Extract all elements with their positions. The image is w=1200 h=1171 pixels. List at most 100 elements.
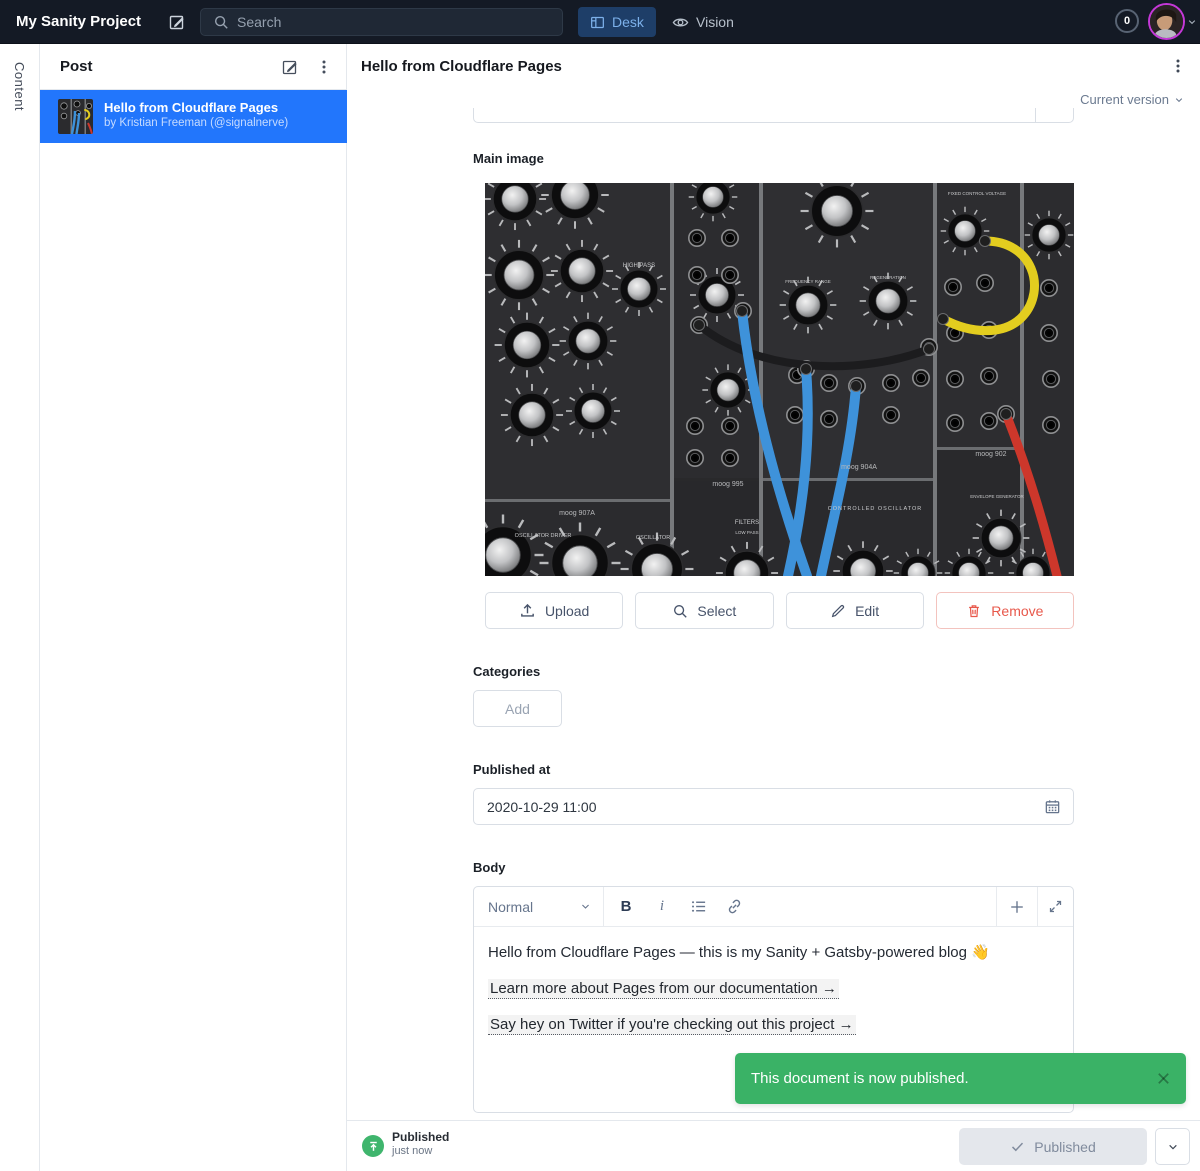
slug-field-cutoff[interactable]	[473, 108, 1074, 123]
publish-menu-button[interactable]	[1155, 1128, 1190, 1165]
svg-text:moog 995: moog 995	[712, 481, 743, 488]
italic-button[interactable]: i	[646, 891, 678, 923]
body-text-area[interactable]: Hello from Cloudflare Pages — this is my…	[474, 927, 1073, 1065]
upload-icon	[519, 602, 536, 619]
remove-label: Remove	[991, 603, 1043, 619]
insert-button[interactable]	[996, 887, 1037, 926]
document-editor-panel: Hello from Cloudflare Pages Current vers…	[347, 44, 1200, 1171]
post-item-subtitle: by Kristian Freeman (@signalnerve)	[104, 117, 288, 129]
chevron-down-icon	[580, 901, 591, 912]
published-at-input[interactable]	[487, 799, 1044, 815]
top-navbar: My Sanity Project Desk	[0, 0, 1200, 44]
document-footer: Published just now Published	[347, 1120, 1200, 1171]
new-document-button[interactable]	[163, 8, 191, 36]
presence-badge[interactable]: 0	[1115, 9, 1139, 33]
publish-status-label: Published	[392, 1130, 449, 1144]
svg-text:REGENERATION: REGENERATION	[870, 275, 906, 280]
svg-text:moog 907A: moog 907A	[559, 510, 595, 517]
body-label: Body	[473, 860, 506, 875]
edit-label: Edit	[855, 603, 879, 619]
chevron-down-icon[interactable]	[1187, 17, 1197, 27]
document-title: Hello from Cloudflare Pages	[361, 58, 562, 75]
image-actions: Upload Select Edit	[485, 592, 1074, 629]
publish-button-label: Published	[1034, 1139, 1096, 1155]
post-list-panel: Post	[40, 44, 347, 1171]
link-icon	[726, 898, 743, 915]
body-link-documentation[interactable]: Learn more about Pages from our document…	[488, 979, 839, 999]
global-search	[200, 8, 563, 36]
tab-desk[interactable]: Desk	[578, 7, 656, 37]
svg-text:LOW PASS: LOW PASS	[735, 530, 758, 535]
svg-text:OSCILLATOR: OSCILLATOR	[636, 535, 670, 541]
add-category-button[interactable]: Add	[473, 690, 562, 727]
style-select-value: Normal	[488, 899, 533, 915]
check-icon	[1010, 1139, 1025, 1154]
panel-menu-button[interactable]	[310, 53, 338, 81]
create-post-button[interactable]	[276, 53, 304, 81]
close-icon[interactable]	[1155, 1070, 1172, 1087]
version-selector[interactable]: Current version	[1080, 92, 1184, 107]
upload-button[interactable]: Upload	[485, 592, 623, 629]
expand-icon	[1048, 899, 1063, 914]
bullet-list-button[interactable]	[682, 891, 714, 923]
publish-status-icon	[362, 1135, 384, 1157]
post-list-header: Post	[40, 44, 346, 90]
bold-button[interactable]: B	[610, 891, 642, 923]
upload-label: Upload	[545, 603, 589, 619]
link-button[interactable]	[718, 891, 750, 923]
published-at-label: Published at	[473, 762, 550, 777]
search-icon	[201, 14, 237, 30]
toast-message: This document is now published.	[751, 1070, 1155, 1087]
compose-icon	[281, 58, 299, 76]
body-paragraph: Hello from Cloudflare Pages — this is my…	[488, 942, 1059, 963]
desk-icon	[590, 15, 605, 30]
tab-desk-label: Desk	[612, 14, 644, 30]
post-item-title: Hello from Cloudflare Pages	[104, 100, 278, 115]
published-at-field	[473, 788, 1074, 825]
svg-text:FREQUENCY RANGE: FREQUENCY RANGE	[785, 279, 830, 284]
sanity-studio: My Sanity Project Desk	[0, 0, 1200, 1171]
content-strip: Content	[0, 44, 40, 1171]
format-buttons: B i	[604, 887, 996, 926]
main-image[interactable]: HIGH PASS moog 907A moog 995 moog 904A m…	[485, 183, 1074, 576]
edit-button[interactable]: Edit	[786, 592, 924, 629]
search-input[interactable]	[237, 14, 527, 30]
svg-text:ENVELOPE GENERATOR: ENVELOPE GENERATOR	[970, 494, 1024, 499]
post-list-item[interactable]: Hello from Cloudflare Pages by Kristian …	[40, 90, 347, 143]
kebab-icon	[1170, 58, 1186, 74]
tab-vision-label: Vision	[696, 14, 734, 30]
select-button[interactable]: Select	[635, 592, 773, 629]
post-thumbnail	[58, 99, 93, 134]
content-strip-label[interactable]: Content	[12, 62, 27, 111]
version-label: Current version	[1080, 92, 1169, 107]
remove-button[interactable]: Remove	[936, 592, 1074, 629]
panel-title: Post	[60, 58, 93, 75]
svg-text:HIGH PASS: HIGH PASS	[623, 263, 655, 269]
chevron-down-icon	[1174, 95, 1184, 105]
tab-vision[interactable]: Vision	[662, 7, 744, 37]
select-label: Select	[697, 603, 736, 619]
fullscreen-button[interactable]	[1037, 887, 1073, 926]
plus-icon	[1009, 899, 1025, 915]
project-title: My Sanity Project	[16, 13, 141, 30]
publish-button[interactable]: Published	[959, 1128, 1147, 1165]
svg-text:moog 902: moog 902	[975, 451, 1006, 458]
avatar[interactable]	[1148, 3, 1185, 40]
chevron-down-icon	[1167, 1141, 1179, 1153]
pencil-icon	[830, 603, 846, 619]
svg-text:OSCILLATOR DRIVER: OSCILLATOR DRIVER	[515, 533, 572, 539]
bullet-list-icon	[690, 898, 707, 915]
svg-text:moog 904A: moog 904A	[841, 464, 877, 471]
calendar-icon[interactable]	[1044, 798, 1061, 815]
style-select[interactable]: Normal	[474, 887, 604, 926]
document-menu-button[interactable]	[1164, 52, 1192, 80]
search-icon	[672, 603, 688, 619]
body-link-twitter[interactable]: Say hey on Twitter if you're checking ou…	[488, 1015, 856, 1035]
compose-icon	[168, 13, 186, 31]
trash-icon	[966, 603, 982, 619]
svg-text:CONTROLLED OSCILLATOR: CONTROLLED OSCILLATOR	[828, 506, 922, 512]
categories-label: Categories	[473, 664, 540, 679]
main-image-label: Main image	[473, 151, 544, 166]
published-toast: This document is now published.	[735, 1053, 1186, 1104]
kebab-icon	[316, 59, 332, 75]
